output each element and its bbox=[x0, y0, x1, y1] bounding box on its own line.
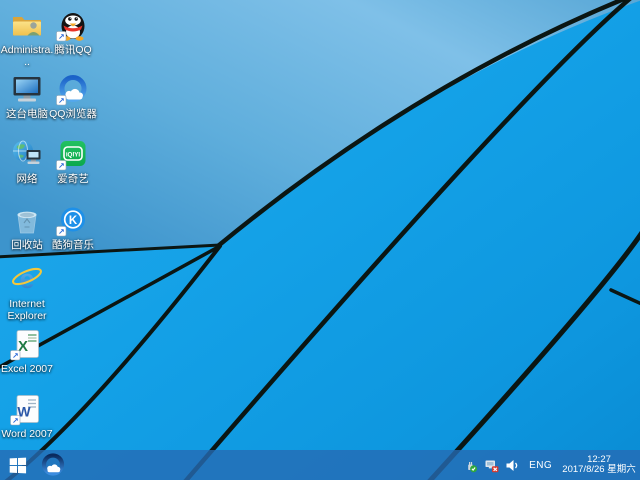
windows-logo-icon bbox=[9, 457, 26, 473]
shortcut-arrow-badge: ↗ bbox=[56, 95, 67, 105]
desktop[interactable]: Administra... ↗ 腾讯QQ 这台电脑 ↗ QQ浏览器 网络 iQI… bbox=[0, 0, 640, 480]
desktop-icon-label: Word 2007 bbox=[1, 428, 53, 440]
desktop-icon-word-2007[interactable]: W ↗ Word 2007 bbox=[0, 392, 54, 440]
desktop-icon-label: 腾讯QQ bbox=[54, 44, 92, 56]
qq-browser-taskbar-icon bbox=[41, 453, 65, 476]
computer-icon bbox=[13, 77, 41, 102]
network-globe-icon bbox=[13, 140, 41, 164]
shortcut-arrow-badge: ↗ bbox=[10, 350, 21, 360]
desktop-icon-label: Internet Explorer bbox=[7, 298, 47, 322]
svg-text:iQIYI: iQIYI bbox=[66, 152, 81, 159]
desktop-icon-label: 爱奇艺 bbox=[57, 173, 89, 185]
word-icon: W ↗ bbox=[10, 395, 39, 425]
shortcut-arrow-badge: ↗ bbox=[56, 226, 67, 236]
svg-text:↗: ↗ bbox=[58, 32, 65, 41]
desktop-icon-label: 回收站 bbox=[11, 239, 43, 251]
language-indicator[interactable]: ENG bbox=[526, 460, 555, 471]
desktop-icon-label: QQ浏览器 bbox=[49, 108, 97, 120]
clock-date: 2017/8/26 星期六 bbox=[562, 464, 636, 475]
desktop-icon-label: 酷狗音乐 bbox=[52, 239, 94, 251]
volume-icon[interactable] bbox=[505, 458, 520, 473]
qq-penguin-icon: ↗ bbox=[56, 13, 85, 41]
svg-text:↗: ↗ bbox=[12, 351, 19, 360]
network-disconnected-icon[interactable] bbox=[484, 458, 499, 473]
shortcut-arrow-badge: ↗ bbox=[10, 415, 21, 425]
internet-explorer-icon: e bbox=[11, 264, 43, 294]
qq-browser-icon: ↗ bbox=[56, 75, 87, 105]
kugou-music-icon: K ↗ bbox=[56, 207, 85, 236]
taskbar-clock[interactable]: 12:27 2017/8/26 星期六 bbox=[561, 454, 637, 476]
desktop-icon-qq-browser[interactable]: ↗ QQ浏览器 bbox=[46, 72, 100, 120]
svg-text:↗: ↗ bbox=[58, 96, 65, 105]
desktop-icon-iqiyi[interactable]: iQIYI ↗ 爱奇艺 bbox=[46, 137, 100, 185]
recycle-bin-icon bbox=[17, 211, 37, 234]
svg-text:↗: ↗ bbox=[58, 161, 65, 170]
usb-safely-remove-icon[interactable] bbox=[463, 458, 478, 473]
desktop-icon-excel-2007[interactable]: X ↗ Excel 2007 bbox=[0, 327, 54, 375]
svg-text:↗: ↗ bbox=[12, 416, 19, 425]
desktop-icon-label: Excel 2007 bbox=[1, 363, 53, 375]
taskbar: ENG 12:27 2017/8/26 星期六 bbox=[0, 450, 640, 480]
desktop-icon-internet-explorer[interactable]: e Internet Explorer bbox=[0, 262, 54, 322]
svg-text:K: K bbox=[69, 215, 78, 227]
shortcut-arrow-badge: ↗ bbox=[56, 31, 67, 41]
system-tray: ENG 12:27 2017/8/26 星期六 bbox=[463, 450, 637, 480]
svg-text:↗: ↗ bbox=[58, 227, 65, 236]
shortcut-arrow-badge: ↗ bbox=[56, 160, 67, 170]
taskbar-qq-browser-button[interactable] bbox=[37, 450, 69, 480]
desktop-icon-label: 网络 bbox=[16, 173, 38, 185]
user-folder-icon bbox=[13, 17, 41, 36]
desktop-icon-label: 这台电脑 bbox=[6, 108, 48, 120]
excel-icon: X ↗ bbox=[10, 330, 39, 360]
iqiyi-icon: iQIYI ↗ bbox=[56, 141, 86, 170]
start-button[interactable] bbox=[0, 450, 34, 480]
desktop-icon-tencent-qq[interactable]: ↗ 腾讯QQ bbox=[46, 8, 100, 56]
desktop-icon-kugou-music[interactable]: K ↗ 酷狗音乐 bbox=[46, 203, 100, 251]
